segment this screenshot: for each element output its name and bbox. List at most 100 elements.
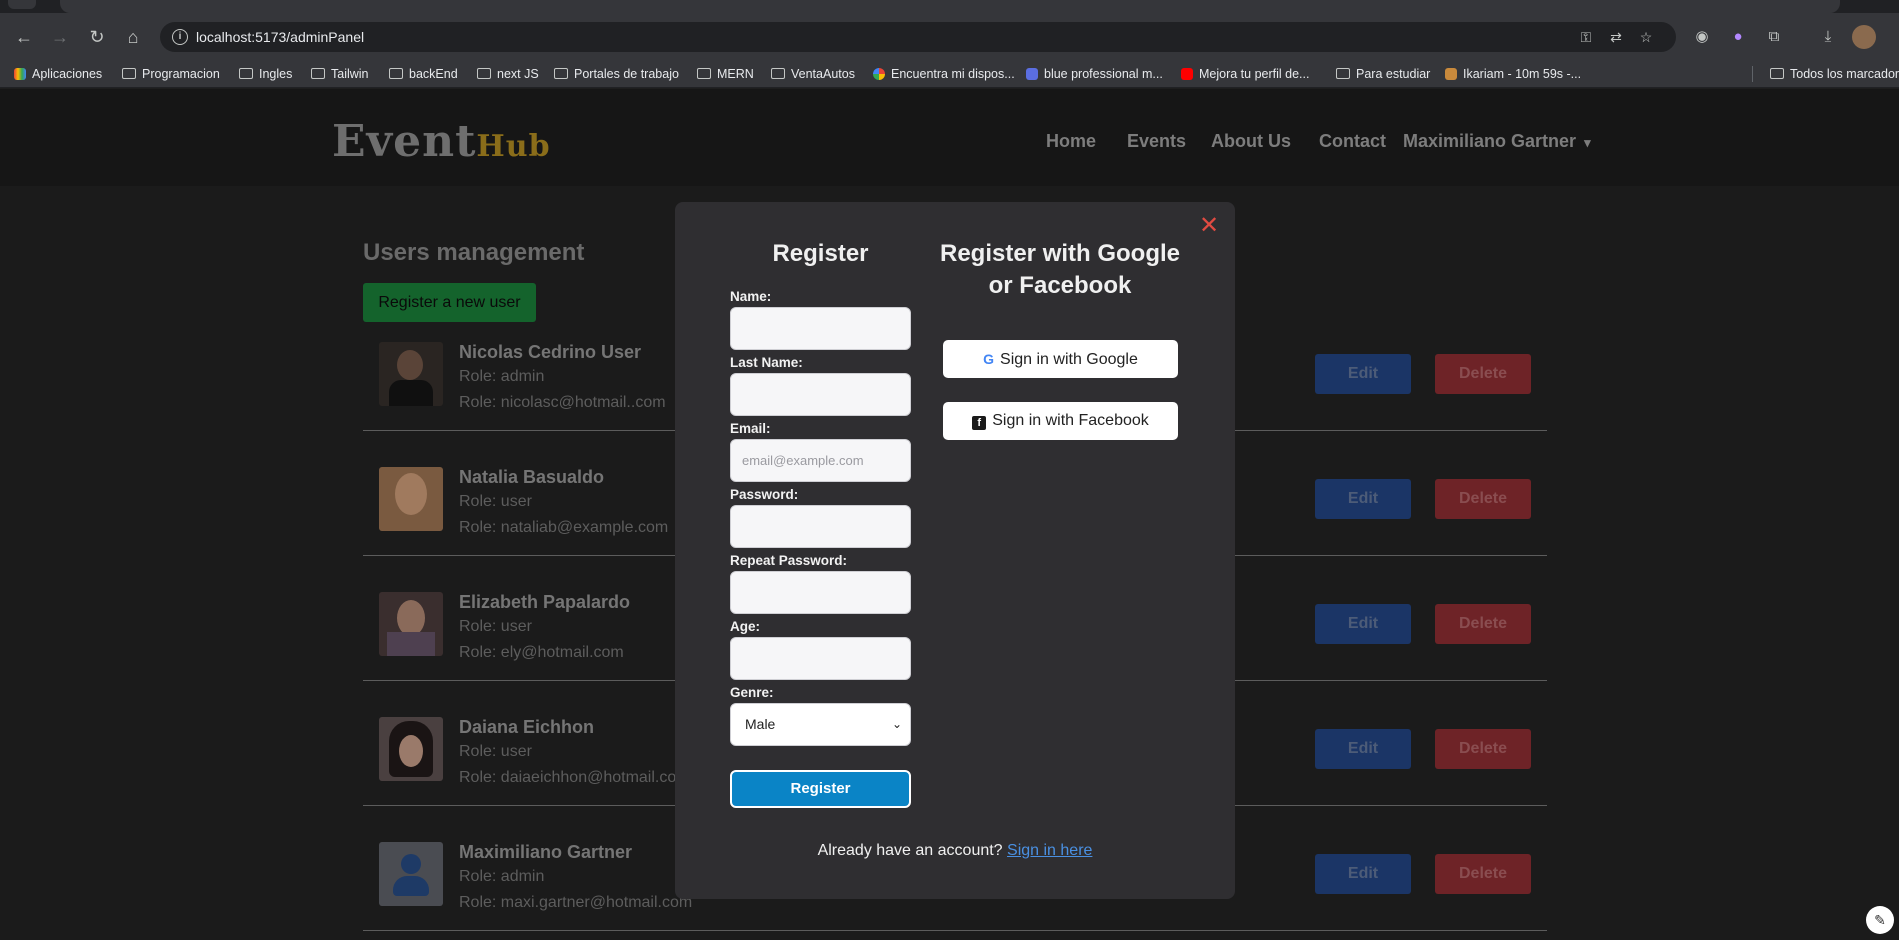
close-icon[interactable]: ✕: [1199, 214, 1219, 238]
youtube-icon: [1181, 68, 1193, 80]
bookmark-ventaautos[interactable]: VentaAutos: [771, 65, 855, 83]
user-role: Role: admin: [459, 868, 545, 885]
nav-contact[interactable]: Contact: [1319, 131, 1386, 152]
avatar: [379, 592, 443, 656]
chevron-down-icon: ⌄: [891, 717, 902, 731]
assistant-icon[interactable]: ✎: [1866, 906, 1894, 934]
camera-icon[interactable]: ◉: [1690, 25, 1714, 49]
age-field[interactable]: [730, 637, 911, 680]
delete-button[interactable]: Delete: [1435, 479, 1531, 519]
bookmark-programacion[interactable]: Programacion: [122, 65, 220, 83]
name-field[interactable]: [730, 307, 911, 350]
bookmark-blue-professional[interactable]: blue professional m...: [1026, 65, 1163, 83]
download-icon[interactable]: ⤓: [1816, 25, 1840, 49]
register-title: Register: [772, 240, 869, 267]
game-icon: [1445, 68, 1457, 80]
avatar: [379, 717, 443, 781]
bookmark-mejora[interactable]: Mejora tu perfil de...: [1181, 65, 1309, 83]
user-email: Role: ely@hotmail.com: [459, 644, 624, 661]
register-submit-button[interactable]: Register: [730, 770, 911, 808]
user-role: Role: user: [459, 618, 532, 635]
site-navbar: [0, 89, 1899, 186]
signin-link[interactable]: Sign in here: [1007, 842, 1092, 859]
repeat-password-label: Repeat Password:: [730, 553, 848, 568]
avatar: [379, 842, 443, 906]
page-title: Users management: [363, 239, 585, 266]
avatar: [379, 342, 443, 406]
last-name-field[interactable]: [730, 373, 911, 416]
bookmark-ikariam[interactable]: Ikariam - 10m 59s -...: [1445, 65, 1581, 83]
nav-events[interactable]: Events: [1127, 131, 1186, 152]
user-email: Role: nataliab@example.com: [459, 519, 669, 536]
bookmark-ingles[interactable]: Ingles: [239, 65, 292, 83]
last-name-label: Last Name:: [730, 355, 803, 370]
facebook-signin-button[interactable]: f Sign in with Facebook: [943, 402, 1178, 440]
folder-icon: [477, 68, 491, 79]
edit-button[interactable]: Edit: [1315, 479, 1411, 519]
google-icon: G: [983, 351, 995, 367]
password-field[interactable]: [730, 505, 911, 548]
key-icon[interactable]: ⚿: [1576, 27, 1596, 47]
edit-button[interactable]: Edit: [1315, 354, 1411, 394]
facebook-icon: f: [972, 416, 987, 430]
delete-button[interactable]: Delete: [1435, 354, 1531, 394]
bookmark-tailwin[interactable]: Tailwin: [311, 65, 369, 83]
user-email: Role: daiaeichhon@hotmail.com: [459, 769, 690, 786]
user-email: Role: maxi.gartner@hotmail.com: [459, 894, 693, 911]
back-icon[interactable]: ←: [10, 23, 38, 51]
reload-icon[interactable]: ↻: [83, 23, 111, 51]
edit-button[interactable]: Edit: [1315, 729, 1411, 769]
bookmark-encuentra[interactable]: Encuentra mi dispos...: [873, 65, 1015, 83]
repeat-password-field[interactable]: [730, 571, 911, 614]
url-text[interactable]: localhost:5173/adminPanel: [196, 29, 364, 45]
register-modal: ✕ Register Register with Google or Faceb…: [675, 202, 1235, 899]
bookmark-nextjs[interactable]: next JS: [477, 65, 539, 83]
folder-icon: [554, 68, 568, 79]
extension-brain-icon[interactable]: ●: [1726, 25, 1750, 49]
browser-tab[interactable]: [8, 0, 36, 9]
bookmark-backend[interactable]: backEnd: [389, 65, 458, 83]
puzzle-icon[interactable]: ⧉: [1762, 25, 1786, 49]
email-field[interactable]: email@example.com: [730, 439, 911, 482]
edit-button[interactable]: Edit: [1315, 854, 1411, 894]
home-icon[interactable]: ⌂: [119, 23, 147, 51]
eventhub-logo[interactable]: EventHub: [332, 116, 551, 167]
folder-icon: [311, 68, 325, 79]
profile-avatar[interactable]: [1852, 25, 1876, 49]
delete-button[interactable]: Delete: [1435, 729, 1531, 769]
nav-user-menu[interactable]: Maximiliano Gartner ▾: [1403, 131, 1591, 152]
genre-select[interactable]: Male ⌄: [730, 703, 911, 746]
bookmark-all[interactable]: Todos los marcadores: [1770, 65, 1899, 83]
user-email: Role: nicolasc@hotmail..com: [459, 394, 666, 411]
user-name: Nicolas Cedrino User: [459, 342, 642, 362]
bookmark-para-estudiar[interactable]: Para estudiar: [1336, 65, 1430, 83]
folder-icon: [1770, 68, 1784, 79]
edit-button[interactable]: Edit: [1315, 604, 1411, 644]
site-info-icon[interactable]: i: [172, 29, 188, 45]
site-icon: [1026, 68, 1038, 80]
delete-button[interactable]: Delete: [1435, 854, 1531, 894]
google-icon: [873, 68, 885, 80]
bookmark-portales[interactable]: Portales de trabajo: [554, 65, 679, 83]
address-bar[interactable]: i localhost:5173/adminPanel ⚿ ⇄ ☆: [160, 22, 1676, 52]
forward-icon[interactable]: →: [46, 23, 74, 51]
folder-icon: [771, 68, 785, 79]
browser-toolbar: ← → ↻ ⌂ i localhost:5173/adminPanel ⚿ ⇄ …: [0, 13, 1899, 60]
social-register-title: Register with Google or Facebook: [939, 240, 1181, 299]
star-icon[interactable]: ☆: [1636, 27, 1656, 47]
folder-icon: [122, 68, 136, 79]
tab-strip-bar: [60, 0, 1840, 13]
google-signin-button[interactable]: G Sign in with Google: [943, 340, 1178, 378]
age-label: Age:: [730, 619, 760, 634]
delete-button[interactable]: Delete: [1435, 604, 1531, 644]
translate-icon[interactable]: ⇄: [1606, 27, 1626, 47]
bookmarks-bar: Aplicaciones Programacion Ingles Tailwin…: [0, 60, 1899, 88]
apps-grid-icon: [14, 68, 26, 80]
register-new-user-button[interactable]: Register a new user: [363, 283, 536, 322]
bookmark-aplicaciones[interactable]: Aplicaciones: [14, 65, 102, 83]
nav-about[interactable]: About Us: [1211, 131, 1291, 152]
bookmark-mern[interactable]: MERN: [697, 65, 754, 83]
signin-prompt: Already have an account? Sign in here: [817, 842, 1093, 859]
nav-home[interactable]: Home: [1046, 131, 1096, 152]
user-name: Natalia Basualdo: [459, 467, 605, 487]
